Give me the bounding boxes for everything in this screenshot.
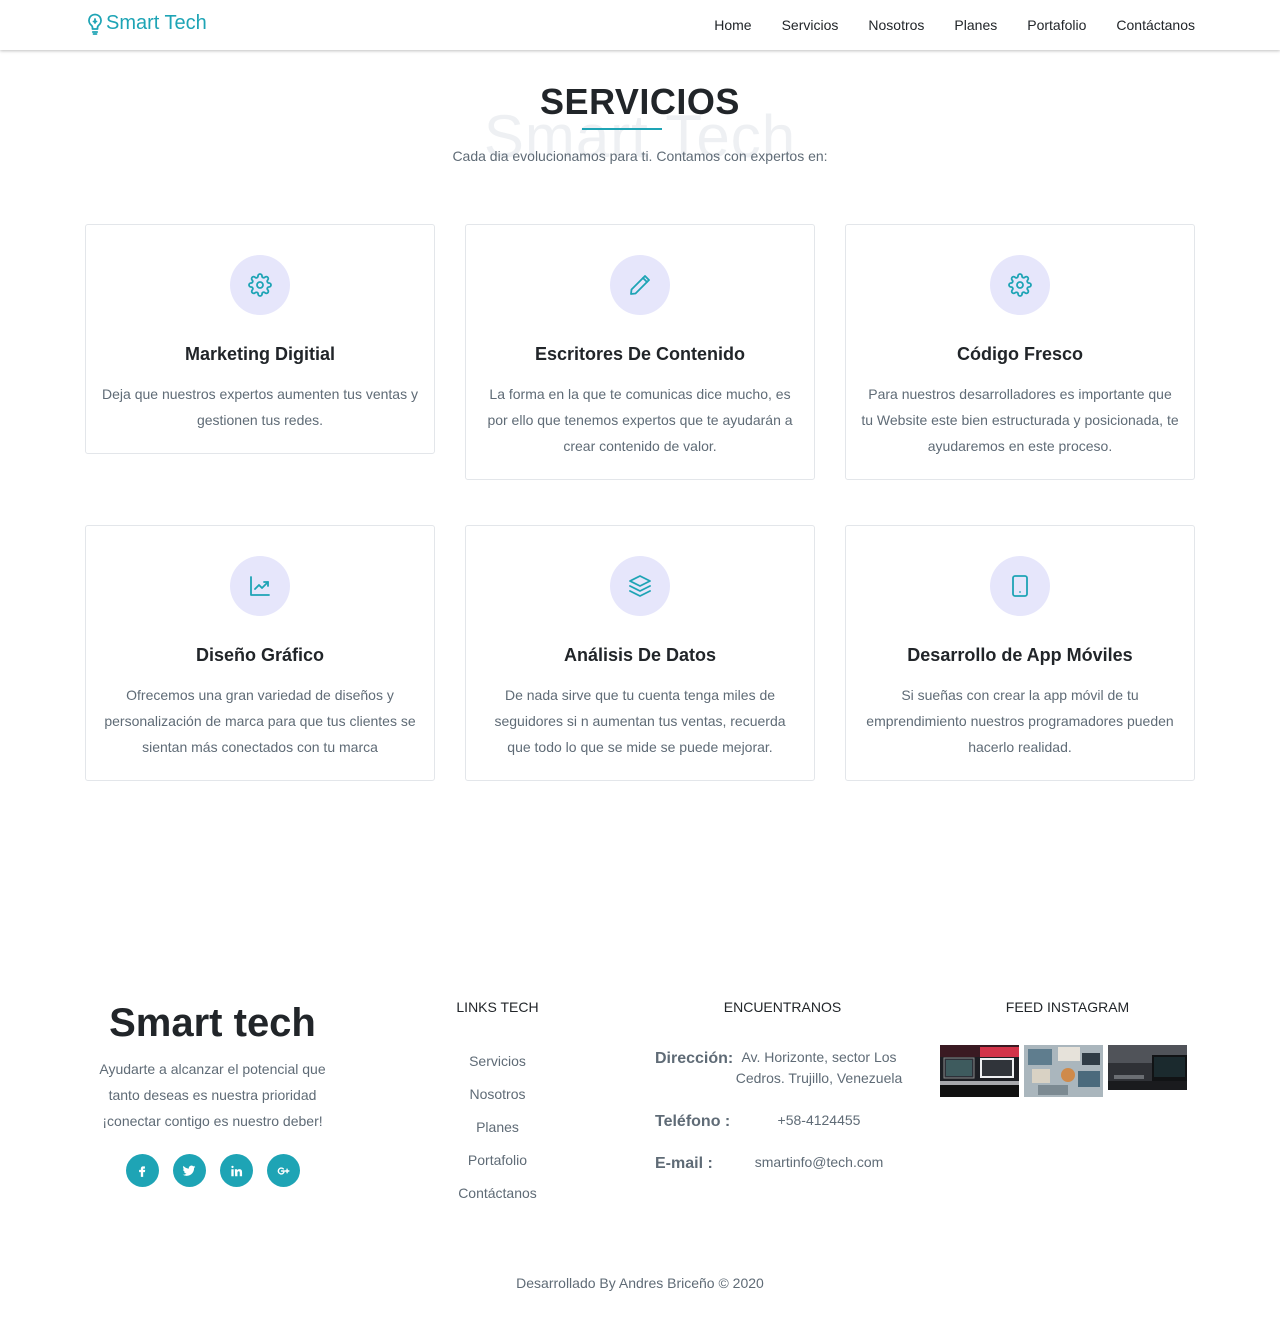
- lightbulb-icon: [88, 13, 102, 35]
- instagram-photo-2[interactable]: [1024, 1045, 1103, 1097]
- card-title: Escritores De Contenido: [534, 344, 746, 364]
- pencil-icon: [630, 275, 650, 295]
- card-title: Diseño Gráfico: [195, 645, 325, 665]
- address-value: Av. Horizonte, sector Los Cedros. Trujil…: [735, 1049, 903, 1086]
- footer-link-nosotros[interactable]: Nosotros: [425, 1078, 570, 1111]
- services-header: Smart Tech SERVICIOS Cada dia evoluciona…: [0, 80, 1280, 170]
- icon-circle: [610, 255, 670, 315]
- brand-link[interactable]: Smart Tech: [86, 12, 207, 35]
- card-text: De nada sirve que tu cuenta tenga miles …: [494, 687, 786, 755]
- footer-link-planes[interactable]: Planes: [425, 1111, 570, 1144]
- card-text: Si sueñas con crear la app móvil de tu e…: [866, 687, 1174, 755]
- service-card: Escritores De Contenido La forma en la q…: [465, 224, 815, 480]
- footer-tagline: Ayudarte a alcanzar el potencial que tan…: [99, 1061, 326, 1129]
- card-text: Deja que nuestros expertos aumenten tus …: [102, 386, 418, 428]
- google-plus-button[interactable]: [266, 1154, 300, 1187]
- phone-value: +58-4124455: [777, 1112, 861, 1128]
- linkedin-button[interactable]: [219, 1154, 253, 1187]
- card-title: Código Fresco: [956, 344, 1083, 364]
- instagram-photo-3[interactable]: [1108, 1045, 1187, 1090]
- card-text: La forma en la que te comunicas dice muc…: [487, 386, 793, 454]
- laptop-photo: [1108, 1045, 1187, 1090]
- nav-menu: Home Servicios Nosotros Planes Portafoli…: [684, 0, 1195, 50]
- copyright-text: Desarrollado By Andres Briceño © 2020: [516, 1275, 764, 1291]
- icon-circle: [230, 556, 290, 616]
- card-title: Marketing Digitial: [184, 344, 336, 364]
- footer-brand-name: Smart tech: [109, 1001, 316, 1045]
- card-text: Para nuestros desarrolladores es importa…: [861, 386, 1179, 454]
- nav-portafolio[interactable]: Portafolio: [1027, 17, 1086, 33]
- nav-contactanos[interactable]: Contáctanos: [1116, 17, 1195, 33]
- service-card: Código Fresco Para nuestros desarrollado…: [845, 224, 1195, 480]
- card-title: Desarrollo de App Móviles: [907, 645, 1133, 665]
- icon-circle: [990, 255, 1050, 315]
- service-card: Desarrollo de App Móviles Si sueñas con …: [845, 525, 1195, 781]
- card-text: Ofrecemos una gran variedad de diseños y…: [104, 687, 416, 755]
- service-card: Análisis De Datos De nada sirve que tu c…: [465, 525, 815, 781]
- gear-icon: [248, 273, 272, 297]
- card-title: Análisis De Datos: [563, 645, 717, 665]
- footer-brand-block: Smart tech Ayudarte a alcanzar el potenc…: [85, 998, 340, 1187]
- footer-link-servicios[interactable]: Servicios: [425, 1045, 570, 1078]
- address-label: Dirección:: [655, 1050, 734, 1067]
- service-card: Marketing Digitial Deja que nuestros exp…: [85, 224, 435, 454]
- footer-link-portafolio[interactable]: Portafolio: [425, 1144, 570, 1177]
- instagram-photo-1[interactable]: [940, 1045, 1019, 1097]
- trending-chart-icon: [250, 576, 270, 596]
- footer-link-contactanos[interactable]: Contáctanos: [425, 1177, 570, 1210]
- contact-heading: ENCUENTRANOS: [723, 999, 842, 1015]
- section-title: SERVICIOS: [540, 81, 740, 122]
- nav-nosotros[interactable]: Nosotros: [868, 17, 924, 33]
- tablet-icon: [1012, 575, 1028, 597]
- twitter-button[interactable]: [172, 1154, 206, 1187]
- linkedin-icon: [231, 1165, 243, 1176]
- service-card: Diseño Gráfico Ofrecemos una gran varied…: [85, 525, 435, 781]
- instagram-heading: FEED INSTAGRAM: [1005, 999, 1130, 1015]
- twitter-icon: [182, 1165, 196, 1176]
- phone-label: Teléfono :: [655, 1113, 731, 1130]
- nav-servicios[interactable]: Servicios: [782, 17, 839, 33]
- icon-circle: [610, 556, 670, 616]
- links-heading: LINKS TECH: [456, 999, 539, 1015]
- social-links: [85, 1154, 340, 1187]
- email-value[interactable]: smartinfo@tech.com: [728, 1152, 910, 1173]
- facebook-icon: [139, 1165, 146, 1177]
- workspace-photo: [940, 1045, 1019, 1097]
- icon-circle: [990, 556, 1050, 616]
- gear-icon: [1008, 273, 1032, 297]
- footer-links: Servicios Nosotros Planes Portafolio Con…: [425, 1045, 570, 1210]
- layers-icon: [629, 575, 651, 597]
- navbar: Smart Tech Home Servicios Nosotros Plane…: [0, 0, 1280, 50]
- nav-planes[interactable]: Planes: [954, 17, 997, 33]
- icon-circle: [230, 255, 290, 315]
- google-plus-icon: [277, 1166, 290, 1175]
- section-subtitle: Cada dia evolucionamos para ti. Contamos…: [452, 148, 828, 164]
- brand-name: Smart Tech: [106, 12, 207, 34]
- facebook-button[interactable]: [125, 1154, 159, 1187]
- nav-home[interactable]: Home: [714, 17, 751, 33]
- desk-photo: [1024, 1045, 1103, 1097]
- email-label: E-mail :: [655, 1155, 713, 1172]
- title-underline: [582, 128, 662, 130]
